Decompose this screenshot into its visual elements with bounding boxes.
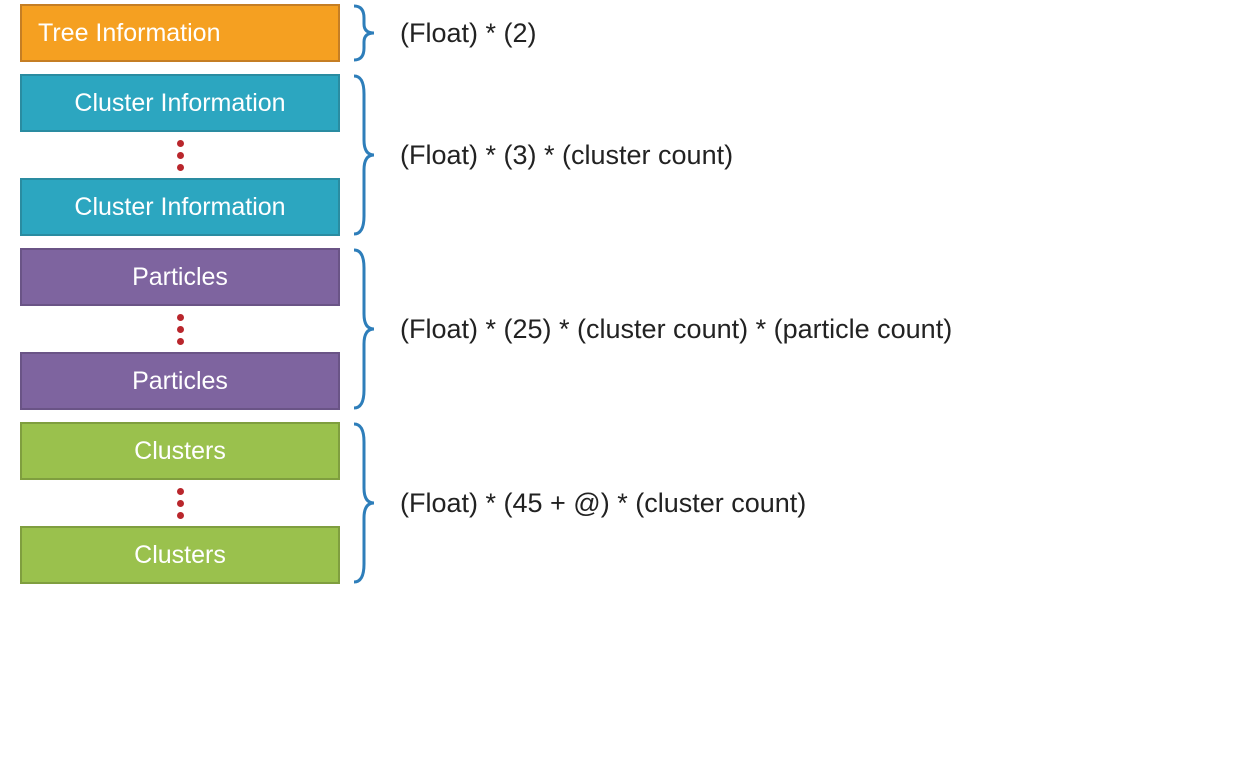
box-stack-particles: Particles Particles <box>20 248 340 410</box>
box-stack-tree-info: Tree Information <box>20 4 340 62</box>
box-label: Cluster Information <box>74 89 285 118</box>
box-clusters: Clusters <box>20 422 340 480</box>
data-structure-diagram: Tree Information (Float) * (2) Cluster I… <box>20 0 1220 584</box>
brace-icon <box>352 74 380 236</box>
box-stack-clusters: Clusters Clusters <box>20 422 340 584</box>
box-label: Particles <box>132 263 228 292</box>
box-label: Clusters <box>134 437 226 466</box>
section-tree-info: Tree Information (Float) * (2) <box>20 4 1220 62</box>
box-particles: Particles <box>20 248 340 306</box>
formula-particles: (Float) * (25) * (cluster count) * (part… <box>400 314 952 345</box>
brace-icon <box>352 422 380 584</box>
box-stack-cluster-info: Cluster Information Cluster Information <box>20 74 340 236</box>
box-tree-info: Tree Information <box>20 4 340 62</box>
section-clusters: Clusters Clusters (Float) * (45 + @) * (… <box>20 422 1220 584</box>
box-label: Cluster Information <box>74 193 285 222</box>
vertical-ellipsis-icon <box>177 306 184 352</box>
formula-clusters: (Float) * (45 + @) * (cluster count) <box>400 488 806 519</box>
section-cluster-info: Cluster Information Cluster Information … <box>20 74 1220 236</box>
vertical-ellipsis-icon <box>177 132 184 178</box>
box-label: Tree Information <box>38 19 220 48</box>
box-clusters: Clusters <box>20 526 340 584</box>
box-label: Particles <box>132 367 228 396</box>
vertical-ellipsis-icon <box>177 480 184 526</box>
formula-tree-info: (Float) * (2) <box>400 18 537 49</box>
brace-icon <box>352 4 380 62</box>
brace-icon <box>352 248 380 410</box>
formula-cluster-info: (Float) * (3) * (cluster count) <box>400 140 733 171</box>
box-label: Clusters <box>134 541 226 570</box>
section-particles: Particles Particles (Float) * (25) * (cl… <box>20 248 1220 410</box>
box-particles: Particles <box>20 352 340 410</box>
box-cluster-info: Cluster Information <box>20 74 340 132</box>
box-cluster-info: Cluster Information <box>20 178 340 236</box>
